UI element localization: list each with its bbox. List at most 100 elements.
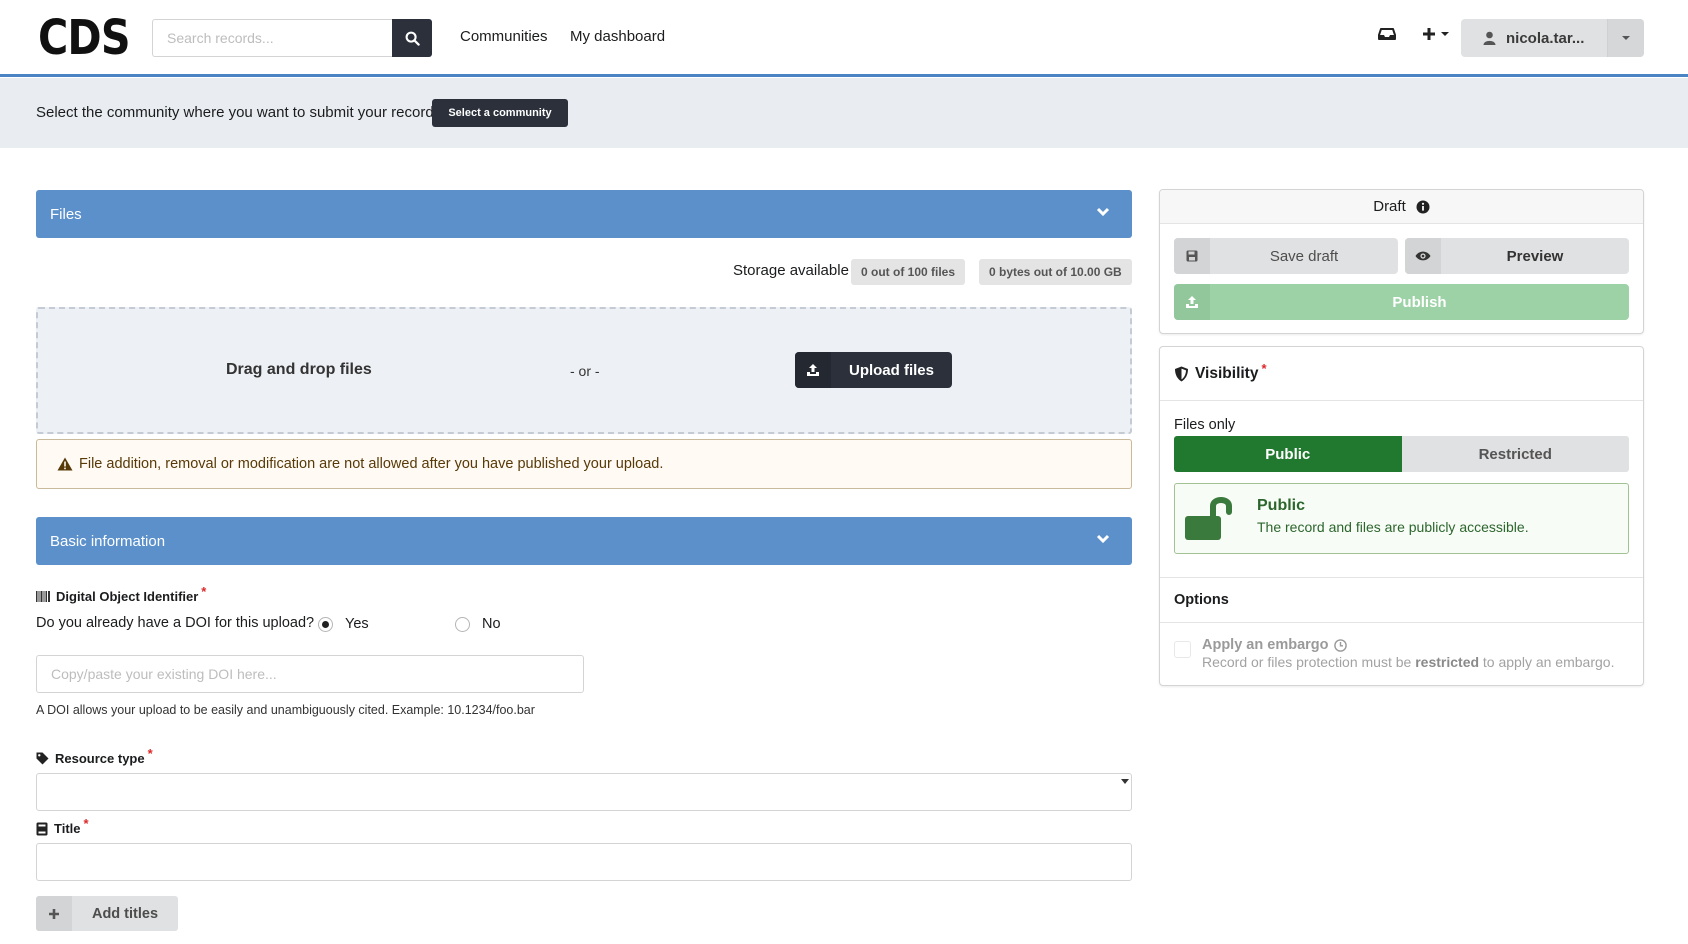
required-marker: *	[147, 746, 153, 761]
doi-label: Digital Object Identifier *	[36, 584, 206, 604]
basic-info-accordion-header[interactable]: Basic information	[36, 517, 1132, 565]
doi-question: Do you already have a DOI for this uploa…	[36, 615, 315, 631]
search-button[interactable]	[392, 19, 432, 57]
public-message-desc: The record and files are publicly access…	[1257, 519, 1529, 535]
restricted-toggle-button[interactable]: Restricted	[1401, 436, 1629, 472]
info-icon[interactable]	[1416, 200, 1430, 214]
username: nicola.tar...	[1506, 29, 1585, 47]
plus-icon	[36, 896, 72, 931]
plus-icon	[1423, 28, 1435, 40]
upload-files-label: Upload files	[848, 361, 934, 379]
files-access-toggle: Public Restricted	[1174, 436, 1629, 472]
required-marker: *	[83, 816, 89, 831]
visibility-header: Visibility *	[1160, 347, 1643, 401]
book-icon	[36, 822, 48, 835]
banner-text: Select the community where you want to s…	[36, 104, 438, 121]
storage-used-badge: 0 bytes out of 10.00 GB	[979, 259, 1132, 285]
save-icon	[1174, 238, 1210, 274]
draft-status: Draft	[1373, 198, 1406, 215]
file-dropzone[interactable]: Drag and drop files - or - Upload files	[36, 307, 1132, 434]
resource-type-label-text: Resource type	[55, 751, 145, 766]
user-menu-button[interactable]: nicola.tar...	[1461, 19, 1607, 57]
community-banner: Select the community where you want to s…	[0, 78, 1688, 148]
add-titles-button[interactable]: Add titles	[36, 896, 178, 931]
upload-files-button[interactable]: Upload files	[795, 352, 952, 388]
cds-logo[interactable]: CDS	[38, 12, 131, 64]
save-draft-button[interactable]: Save draft	[1174, 238, 1398, 274]
required-marker: *	[1261, 361, 1267, 376]
embargo-checkbox[interactable]	[1174, 641, 1191, 658]
embargo-desc-post: to apply an embargo.	[1482, 654, 1615, 670]
title-label: Title *	[36, 816, 89, 836]
caret-down-icon	[1622, 36, 1630, 40]
files-section-title: Files	[50, 205, 82, 223]
doi-yes-label: Yes	[345, 616, 369, 632]
files-warning-message: File addition, removal or modification a…	[36, 439, 1132, 489]
user-menu[interactable]: nicola.tar...	[1461, 19, 1644, 57]
save-draft-label: Save draft	[1269, 247, 1339, 265]
top-header: CDS Communities My dashboard	[0, 0, 1688, 77]
user-icon	[1483, 31, 1496, 45]
search-icon	[405, 31, 420, 46]
publish-label: Publish	[1392, 293, 1447, 311]
required-marker: *	[201, 584, 207, 599]
preview-label: Preview	[1506, 247, 1564, 265]
eye-icon	[1405, 238, 1441, 274]
visibility-title: Visibility	[1195, 364, 1259, 382]
basic-info-section-title: Basic information	[50, 532, 166, 550]
doi-no-label: No	[482, 616, 501, 632]
options-header: Options	[1160, 577, 1643, 623]
resource-type-select[interactable]	[36, 773, 1132, 811]
files-only-label: Files only	[1174, 417, 1236, 433]
unlock-icon	[1185, 497, 1232, 540]
publish-button[interactable]: Publish	[1174, 284, 1629, 320]
files-accordion-header[interactable]: Files	[36, 190, 1132, 238]
user-menu-dropdown[interactable]	[1607, 19, 1644, 57]
public-message-title: Public	[1257, 497, 1306, 514]
embargo-desc-pre: Record or files protection must be	[1202, 654, 1412, 670]
embargo-title: Apply an embargo	[1202, 637, 1347, 653]
search-input[interactable]	[152, 19, 392, 57]
barcode-icon	[36, 591, 50, 602]
search-bar	[152, 19, 432, 57]
title-label-text: Title	[54, 821, 81, 836]
doi-yes-radio[interactable]: Yes	[318, 616, 369, 632]
new-upload-menu[interactable]	[1421, 26, 1450, 42]
shield-icon	[1175, 366, 1188, 381]
radio-indicator[interactable]	[455, 616, 470, 632]
chevron-down-icon	[1096, 534, 1110, 544]
warning-text: File addition, removal or modification a…	[79, 456, 664, 472]
chevron-down-icon	[1096, 207, 1110, 217]
visibility-card: Visibility * Files only Public Restricte…	[1159, 346, 1644, 686]
deposit-actions-card: Draft Save draft Preview Publish	[1159, 189, 1644, 334]
doi-no-radio[interactable]: No	[455, 616, 501, 632]
dropzone-or: - or -	[570, 363, 600, 379]
files-count-badge: 0 out of 100 files	[851, 259, 966, 285]
embargo-description: Record or files protection must be restr…	[1202, 654, 1614, 670]
upload-icon	[795, 352, 831, 388]
public-access-message: Public The record and files are publicly…	[1174, 483, 1629, 554]
inbox-icon[interactable]	[1378, 26, 1396, 42]
draft-status-header: Draft	[1160, 190, 1643, 224]
doi-label-text: Digital Object Identifier	[56, 589, 199, 604]
doi-input[interactable]	[36, 655, 584, 693]
clock-icon	[1333, 638, 1347, 652]
dropzone-text: Drag and drop files	[226, 361, 372, 378]
select-community-button[interactable]: Select a community	[432, 99, 568, 127]
caret-down-icon	[1121, 779, 1129, 784]
nav-communities[interactable]: Communities	[460, 28, 548, 45]
chevron-down-icon	[1441, 32, 1449, 36]
preview-button[interactable]: Preview	[1405, 238, 1629, 274]
doi-help-text: A DOI allows your upload to be easily an…	[36, 703, 535, 717]
embargo-desc-bold: restricted	[1415, 654, 1480, 670]
title-input[interactable]	[36, 843, 1132, 881]
resource-type-label: Resource type *	[36, 746, 153, 766]
add-titles-label: Add titles	[91, 905, 159, 922]
upload-icon	[1174, 284, 1210, 320]
embargo-title-text: Apply an embargo	[1202, 637, 1329, 653]
nav-my-dashboard[interactable]: My dashboard	[570, 28, 665, 45]
public-toggle-button[interactable]: Public	[1174, 436, 1402, 472]
storage-label: Storage available	[733, 262, 849, 279]
radio-selected-indicator[interactable]	[318, 616, 333, 632]
warning-icon	[57, 457, 73, 471]
